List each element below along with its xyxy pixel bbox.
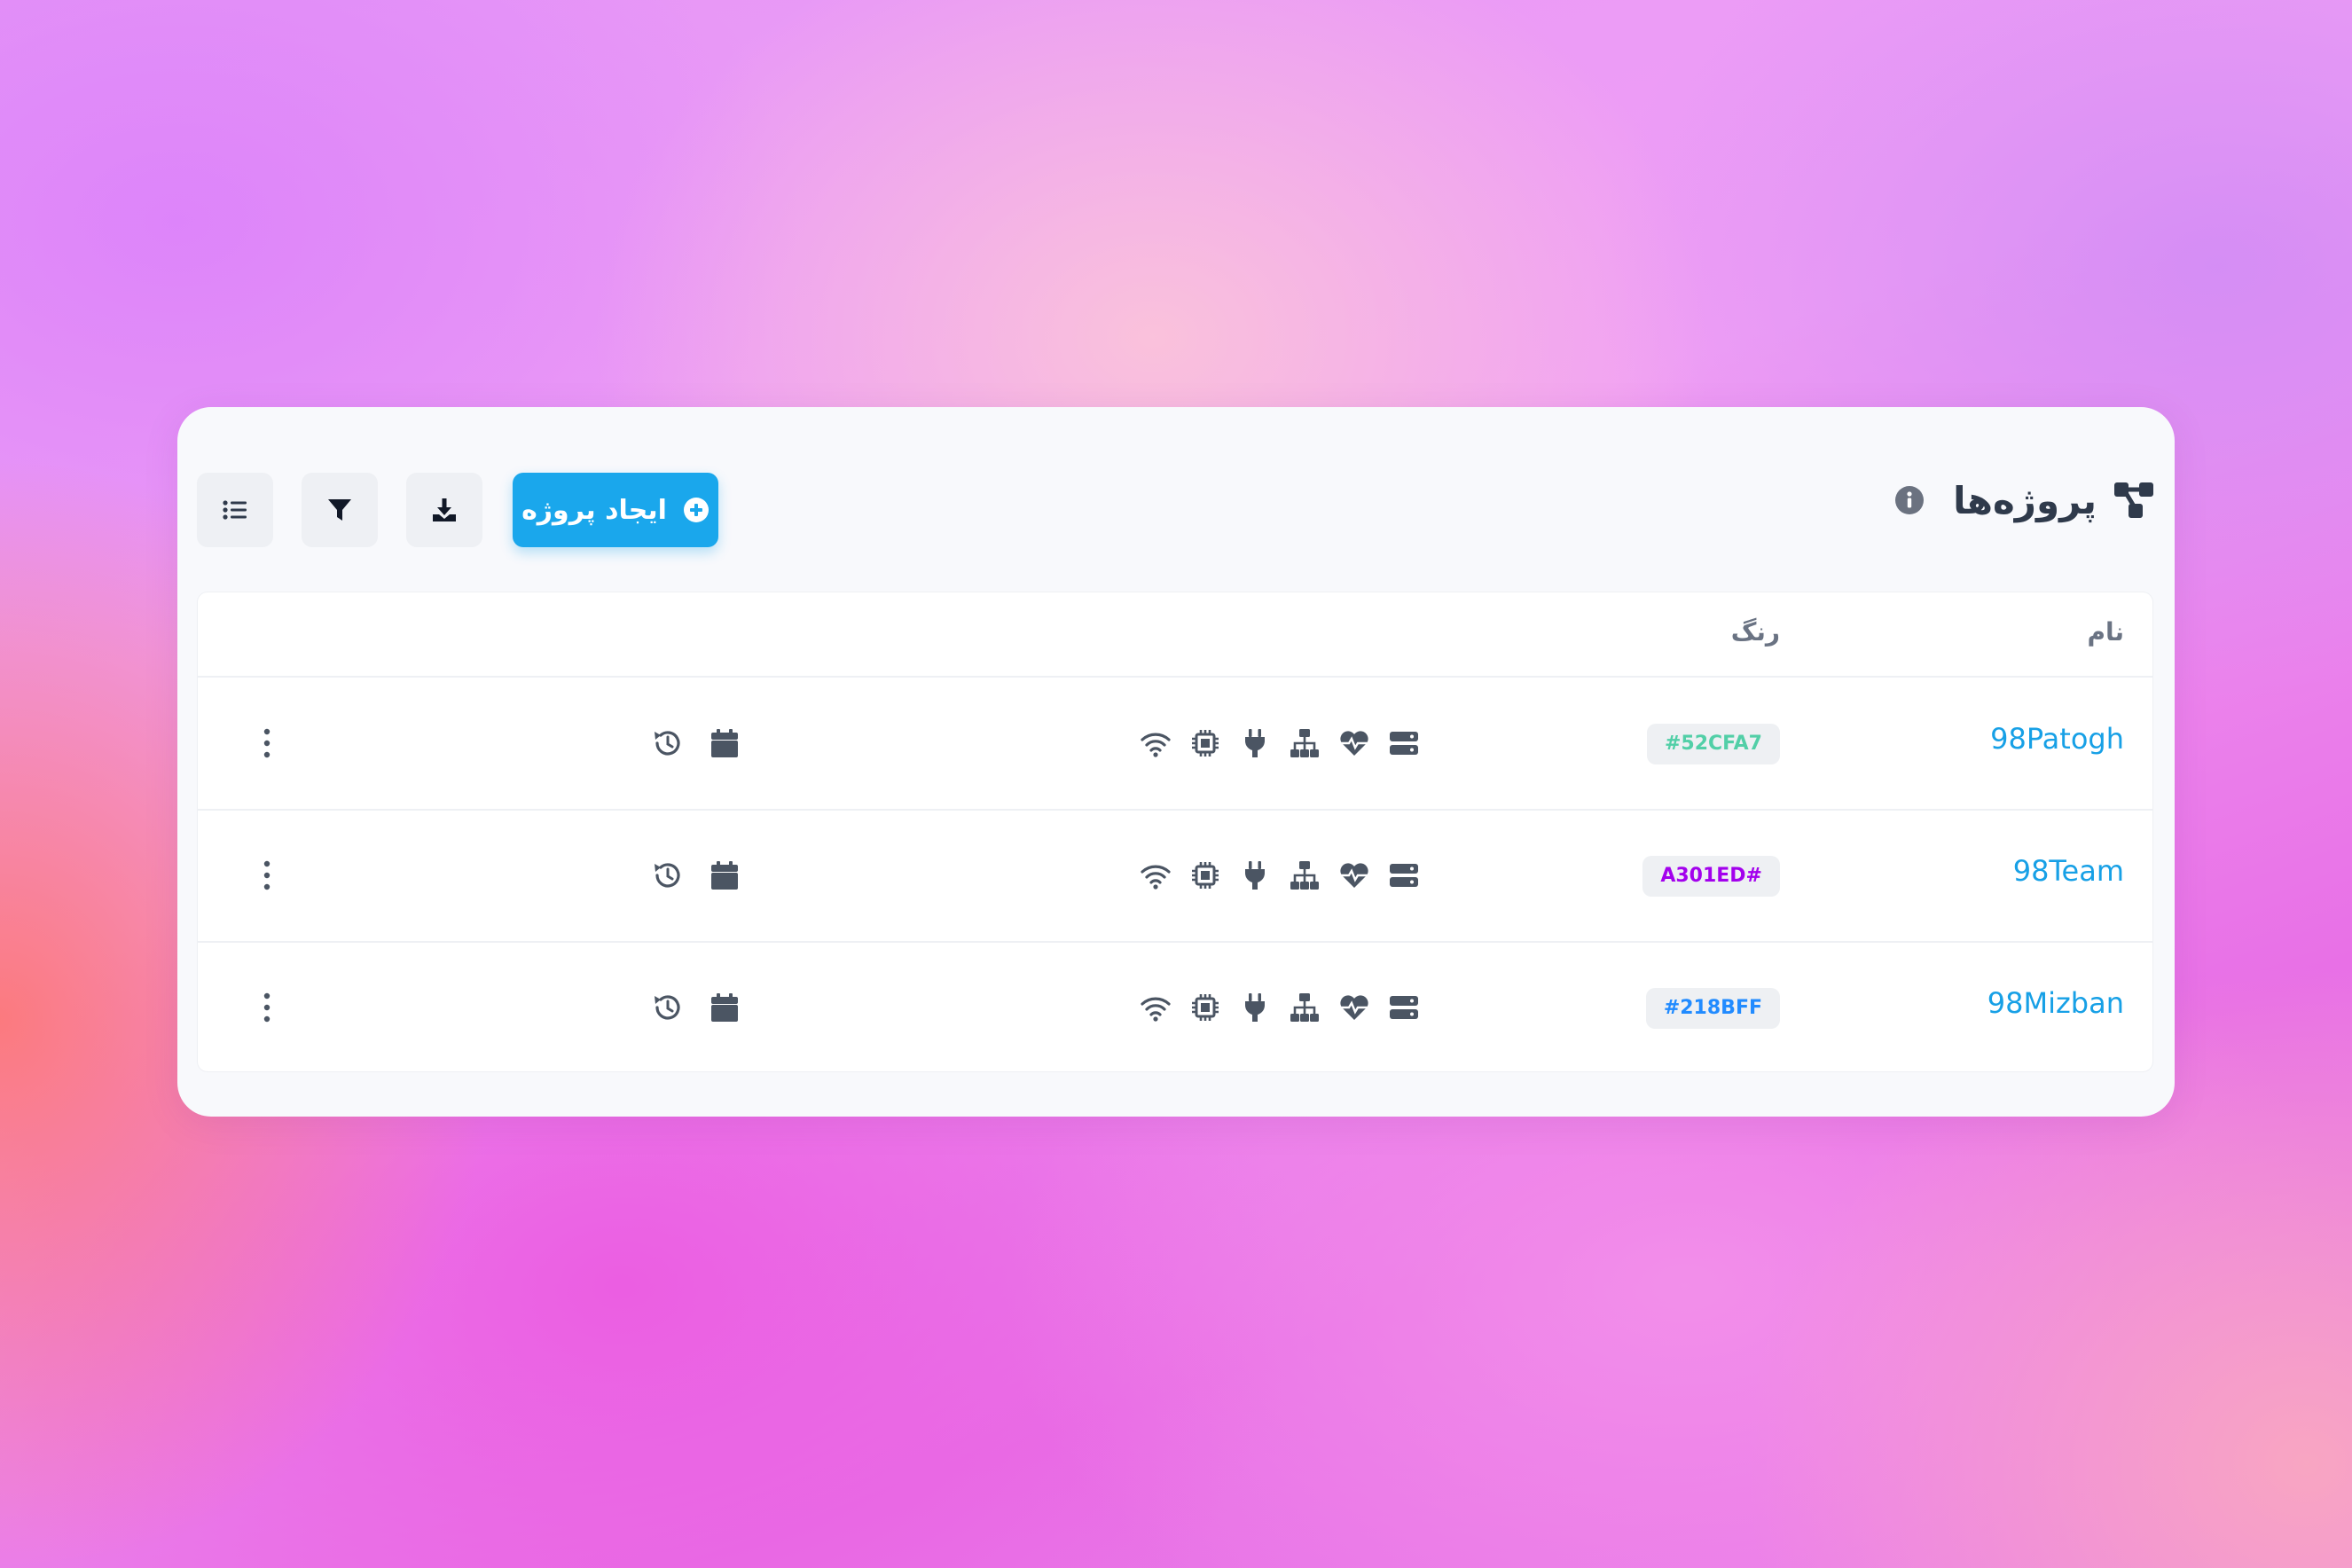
server-icon[interactable] xyxy=(1388,727,1420,759)
table-row: 98Patogh #52CFA7 xyxy=(198,678,2152,811)
list-icon xyxy=(223,500,247,520)
table-header: نام رنگ xyxy=(198,592,2152,678)
wifi-icon[interactable] xyxy=(1140,859,1172,891)
history-icon[interactable] xyxy=(652,992,684,1023)
column-header-color[interactable]: رنگ xyxy=(1731,617,1780,647)
filter-button[interactable] xyxy=(302,473,378,547)
project-icon xyxy=(2114,482,2153,518)
color-badge: #218BFF xyxy=(1645,988,1780,1029)
time-icons xyxy=(652,992,741,1023)
plug-icon[interactable] xyxy=(1239,992,1271,1023)
server-icon[interactable] xyxy=(1388,992,1420,1023)
heartbeat-icon[interactable] xyxy=(1338,992,1370,1023)
status-icons xyxy=(1140,727,1420,759)
column-header-name[interactable]: نام xyxy=(2087,617,2124,647)
table-row: 98Mizban #218BFF xyxy=(198,942,2152,1073)
more-vertical-icon[interactable] xyxy=(251,725,283,761)
wifi-icon[interactable] xyxy=(1140,727,1172,759)
color-badge: A301ED# xyxy=(1642,856,1780,897)
network-icon[interactable] xyxy=(1289,859,1321,891)
chip-icon[interactable] xyxy=(1189,992,1221,1023)
time-icons xyxy=(652,859,741,891)
heartbeat-icon[interactable] xyxy=(1338,859,1370,891)
server-icon[interactable] xyxy=(1388,859,1420,891)
calendar-icon[interactable] xyxy=(709,859,741,891)
chip-icon[interactable] xyxy=(1189,727,1221,759)
title-group: پروژه‌ها xyxy=(1894,469,2155,531)
download-button[interactable] xyxy=(406,473,482,547)
color-badge: #52CFA7 xyxy=(1646,724,1780,764)
plug-icon[interactable] xyxy=(1239,727,1271,759)
network-icon[interactable] xyxy=(1289,727,1321,759)
project-name-link[interactable]: 98Mizban xyxy=(1987,986,2124,1020)
project-name-link[interactable]: 98Team xyxy=(2013,854,2124,888)
toolbar: ایجاد پروژه xyxy=(197,473,718,547)
info-icon[interactable] xyxy=(1894,485,1925,515)
more-vertical-icon[interactable] xyxy=(251,858,283,893)
wifi-icon[interactable] xyxy=(1140,992,1172,1023)
card-header: پروژه‌ها xyxy=(177,407,2175,584)
filter-icon xyxy=(328,499,351,521)
status-icons xyxy=(1140,992,1420,1023)
download-icon xyxy=(433,498,456,521)
calendar-icon[interactable] xyxy=(709,992,741,1023)
create-project-label: ایجاد پروژه xyxy=(521,494,667,526)
plug-icon[interactable] xyxy=(1239,859,1271,891)
history-icon[interactable] xyxy=(652,727,684,759)
project-name-link[interactable]: 98Patogh xyxy=(1990,722,2124,756)
page-title: پروژه‌ها xyxy=(1953,478,2097,522)
table-row: 98Team A301ED# xyxy=(198,810,2152,943)
status-icons xyxy=(1140,859,1420,891)
projects-table: نام رنگ 98Patogh #52CFA7 98Team A301ED# … xyxy=(197,592,2153,1072)
view-list-button[interactable] xyxy=(197,473,273,547)
calendar-icon[interactable] xyxy=(709,727,741,759)
plus-circle-icon xyxy=(683,498,709,522)
heartbeat-icon[interactable] xyxy=(1338,727,1370,759)
time-icons xyxy=(652,727,741,759)
history-icon[interactable] xyxy=(652,859,684,891)
projects-card: پروژه‌ها xyxy=(177,407,2175,1117)
create-project-button[interactable]: ایجاد پروژه xyxy=(513,473,718,547)
more-vertical-icon[interactable] xyxy=(251,990,283,1025)
chip-icon[interactable] xyxy=(1189,859,1221,891)
network-icon[interactable] xyxy=(1289,992,1321,1023)
